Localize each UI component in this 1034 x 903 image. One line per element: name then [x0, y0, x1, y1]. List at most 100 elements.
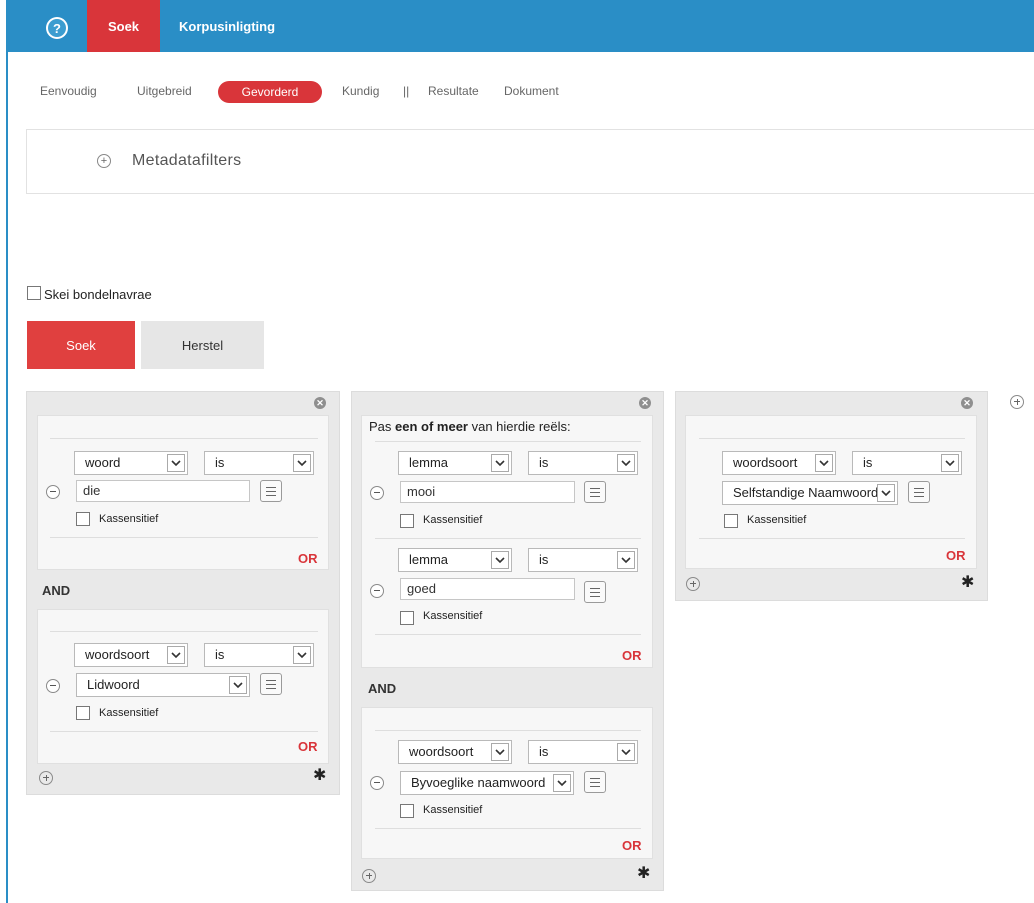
instruction-suffix: van hierdie reëls:	[468, 419, 571, 434]
value-select[interactable]: Selfstandige Naamwoord	[722, 481, 898, 505]
close-group-icon[interactable]: ✕	[639, 397, 651, 409]
close-group-icon[interactable]: ✕	[314, 397, 326, 409]
or-button[interactable]: OR	[298, 739, 318, 754]
remove-clause-icon[interactable]	[370, 486, 384, 500]
chevron-down-icon	[229, 676, 247, 694]
value-select[interactable]: Lidwoord	[76, 673, 250, 697]
attribute-value: woordsoort	[85, 647, 150, 662]
add-clause-icon[interactable]	[362, 869, 376, 883]
nav-corpus-info-tab[interactable]: Korpusinligting	[179, 0, 275, 52]
chevron-down-icon	[617, 743, 635, 761]
attribute-select[interactable]: woord	[74, 451, 188, 475]
chevron-down-icon	[617, 454, 635, 472]
tab-extended[interactable]: Uitgebreid	[137, 84, 192, 98]
attribute-value: lemma	[409, 455, 449, 470]
help-icon[interactable]: ?	[46, 17, 68, 39]
metadata-filters-toggle[interactable]: Metadatafilters	[132, 152, 241, 170]
operator-select[interactable]: is	[204, 643, 314, 667]
operator-value: is	[863, 455, 873, 470]
close-group-icon[interactable]: ✕	[961, 397, 973, 409]
gear-icon[interactable]: ✱	[637, 866, 650, 882]
search-button[interactable]: Soek	[27, 321, 135, 369]
case-sensitive-checkbox[interactable]	[76, 706, 90, 720]
attribute-select[interactable]: lemma	[398, 451, 512, 475]
list-icon[interactable]	[260, 480, 282, 502]
expand-plus-icon[interactable]: +	[97, 154, 111, 168]
divider	[50, 731, 318, 732]
list-icon[interactable]	[584, 581, 606, 603]
operator-select[interactable]: is	[528, 740, 638, 764]
tab-document[interactable]: Dokument	[504, 84, 559, 98]
case-sensitive-label: Kassensitief	[423, 514, 483, 526]
attribute-value: woordsoort	[733, 455, 798, 470]
tab-simple[interactable]: Eenvoudig	[40, 84, 97, 98]
gear-icon[interactable]: ✱	[313, 768, 326, 784]
list-icon[interactable]	[584, 771, 606, 793]
add-group-icon[interactable]	[1010, 395, 1024, 409]
split-batch-label: Skei bondelnavrae	[44, 287, 152, 302]
case-sensitive-label: Kassensitief	[423, 610, 483, 622]
operator-select[interactable]: is	[528, 548, 638, 572]
operator-select[interactable]: is	[204, 451, 314, 475]
reset-button[interactable]: Herstel	[141, 321, 264, 369]
value-input[interactable]: mooi	[400, 481, 575, 503]
divider	[50, 438, 318, 439]
add-clause-icon[interactable]	[686, 577, 700, 591]
case-sensitive-checkbox[interactable]	[724, 514, 738, 528]
attribute-select[interactable]: woordsoort	[722, 451, 836, 475]
list-icon[interactable]	[584, 481, 606, 503]
case-sensitive-label: Kassensitief	[99, 707, 159, 719]
and-label: AND	[368, 681, 397, 696]
case-sensitive-checkbox[interactable]	[400, 611, 414, 625]
remove-clause-icon[interactable]	[46, 679, 60, 693]
value-input[interactable]: die	[76, 480, 250, 502]
attribute-select[interactable]: woordsoort	[398, 740, 512, 764]
chevron-down-icon	[293, 646, 311, 664]
case-sensitive-checkbox[interactable]	[76, 512, 90, 526]
chevron-down-icon	[491, 551, 509, 569]
instruction-prefix: Pas	[369, 419, 396, 434]
divider	[375, 730, 641, 731]
value-select[interactable]: Byvoeglike naamwoord	[400, 771, 574, 795]
value-text: Byvoeglike naamwoord	[411, 775, 546, 790]
tab-separator: ||	[403, 84, 410, 98]
attribute-value: lemma	[409, 552, 449, 567]
tab-expert[interactable]: Kundig	[342, 84, 379, 98]
split-batch-checkbox[interactable]	[27, 286, 41, 300]
case-sensitive-checkbox[interactable]	[400, 804, 414, 818]
case-sensitive-checkbox[interactable]	[400, 514, 414, 528]
remove-clause-icon[interactable]	[370, 584, 384, 598]
attribute-value: woordsoort	[409, 744, 474, 759]
chevron-down-icon	[877, 484, 895, 502]
divider	[699, 438, 965, 439]
operator-select[interactable]: is	[528, 451, 638, 475]
or-button[interactable]: OR	[946, 548, 966, 563]
attribute-value: woord	[85, 455, 121, 470]
divider	[375, 538, 641, 539]
chevron-down-icon	[941, 454, 959, 472]
or-button[interactable]: OR	[622, 648, 642, 663]
chevron-down-icon	[491, 454, 509, 472]
attribute-select[interactable]: lemma	[398, 548, 512, 572]
list-icon[interactable]	[260, 673, 282, 695]
list-icon[interactable]	[908, 481, 930, 503]
divider	[50, 631, 318, 632]
or-button[interactable]: OR	[622, 838, 642, 853]
nav-search-tab[interactable]: Soek	[87, 0, 160, 52]
divider	[375, 441, 641, 442]
attribute-select[interactable]: woordsoort	[74, 643, 188, 667]
remove-clause-icon[interactable]	[370, 776, 384, 790]
value-text: Lidwoord	[87, 677, 140, 692]
tab-results[interactable]: Resultate	[428, 84, 479, 98]
or-button[interactable]: OR	[298, 551, 318, 566]
add-clause-icon[interactable]	[39, 771, 53, 785]
divider	[50, 537, 318, 538]
gear-icon[interactable]: ✱	[961, 575, 974, 591]
tab-advanced[interactable]: Gevorderd	[218, 81, 322, 103]
and-label: AND	[42, 583, 71, 598]
value-input[interactable]: goed	[400, 578, 575, 600]
case-sensitive-label: Kassensitief	[747, 514, 807, 526]
operator-value: is	[215, 647, 225, 662]
operator-select[interactable]: is	[852, 451, 962, 475]
remove-clause-icon[interactable]	[46, 485, 60, 499]
